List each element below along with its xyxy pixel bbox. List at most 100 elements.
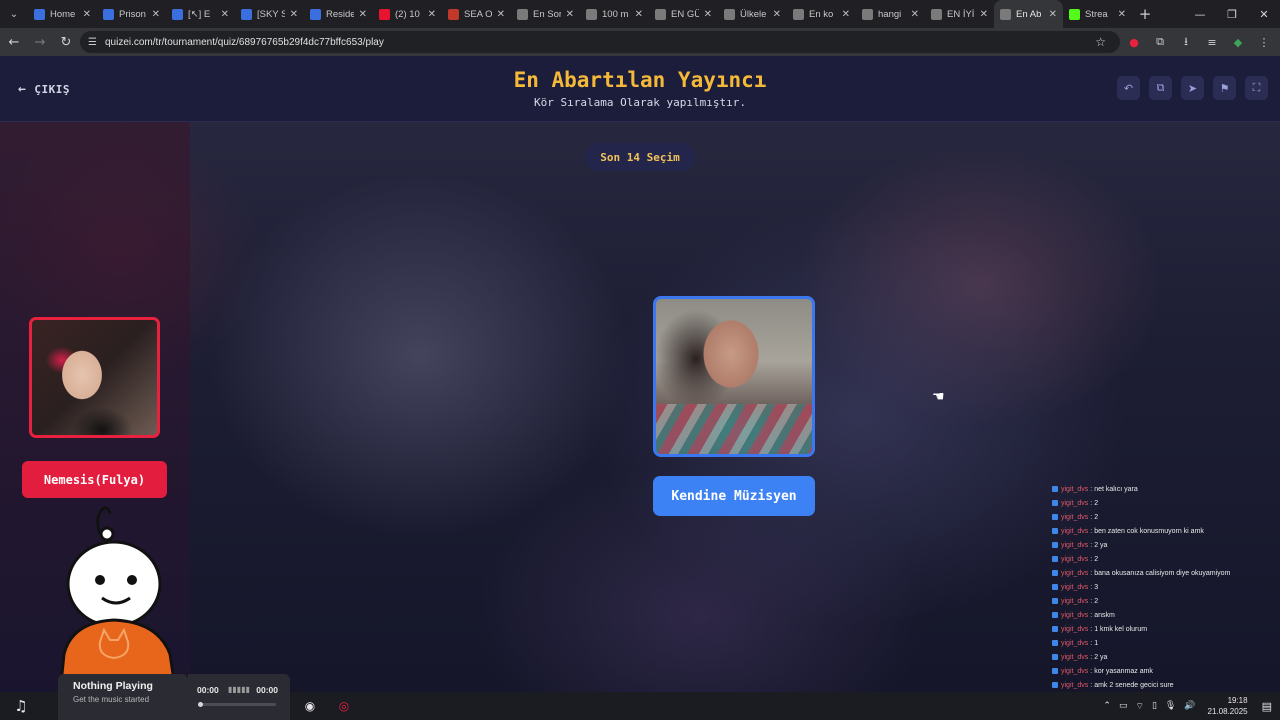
- chat-badge-icon: [1052, 584, 1058, 590]
- flag-icon[interactable]: ⚑: [1213, 76, 1236, 100]
- chat-message: yigit_dvs: anskm: [1052, 608, 1272, 622]
- tab-close-icon[interactable]: ✕: [428, 9, 436, 20]
- close-window-button[interactable]: ✕: [1248, 0, 1280, 28]
- tab-close-icon[interactable]: ✕: [911, 9, 919, 20]
- volume-icon[interactable]: 🔊: [1184, 701, 1195, 711]
- battery-icon[interactable]: ▯: [1152, 701, 1157, 711]
- display-icon[interactable]: ▭: [1119, 701, 1128, 711]
- clock-date: 21.08.2025: [1207, 707, 1248, 716]
- tab-close-icon[interactable]: ✕: [773, 9, 781, 20]
- tab-close-icon[interactable]: ✕: [83, 9, 91, 20]
- tab-close-icon[interactable]: ✕: [497, 9, 505, 20]
- browser-tab[interactable]: En Ab ✕: [994, 0, 1063, 28]
- browser-tab[interactable]: (2) 10 ✕: [373, 0, 442, 28]
- chat-badge-icon: [1052, 682, 1058, 688]
- chat-separator: :: [1090, 569, 1093, 577]
- music-note-icon[interactable]: ♫: [6, 692, 36, 720]
- app-icon[interactable]: ◎: [332, 694, 356, 718]
- tab-close-icon[interactable]: ✕: [635, 9, 643, 20]
- fullscreen-icon[interactable]: ⛶: [1245, 76, 1268, 100]
- chat-message: yigit_dvs: net kalıcı yara: [1052, 482, 1272, 496]
- restore-button[interactable]: ❐: [1216, 0, 1248, 28]
- tab-close-icon[interactable]: ✕: [152, 9, 160, 20]
- chat-username: yigit_dvs: [1061, 597, 1089, 605]
- now-playing-subtitle: Get the music started: [73, 695, 150, 704]
- chat-message: yigit_dvs:2: [1052, 552, 1272, 566]
- site-info-icon[interactable]: ☰: [88, 37, 97, 48]
- tab-close-icon[interactable]: ✕: [290, 9, 298, 20]
- browser-tab[interactable]: Prison ✕: [97, 0, 166, 28]
- steam-icon[interactable]: ◉: [298, 694, 322, 718]
- browser-tab[interactable]: hangi ✕: [856, 0, 925, 28]
- tab-title: SEA O: [464, 8, 492, 20]
- media-control-icon[interactable]: ≡: [1202, 36, 1222, 49]
- chat-username: yigit_dvs: [1061, 527, 1089, 535]
- now-playing-widget[interactable]: Nothing Playing Get the music started: [58, 674, 188, 720]
- undo-icon[interactable]: ↶: [1117, 76, 1140, 100]
- browser-tab[interactable]: EN GÜ ✕: [649, 0, 718, 28]
- tab-favicon-icon: [1069, 8, 1080, 20]
- browser-tab[interactable]: 100 m ✕: [580, 0, 649, 28]
- share-link-icon[interactable]: ⧉: [1149, 76, 1172, 100]
- tab-close-icon[interactable]: ✕: [359, 9, 367, 20]
- browser-menu-icon[interactable]: ⋮: [1254, 36, 1274, 49]
- network-icon[interactable]: ⌔: [1135, 701, 1143, 712]
- chat-text: amk 2 senede gecici sure: [1094, 681, 1174, 689]
- tab-close-icon[interactable]: ✕: [1049, 9, 1057, 20]
- bookmark-star-icon[interactable]: ☆: [1095, 35, 1106, 49]
- browser-tab[interactable]: En Sor ✕: [511, 0, 580, 28]
- url-text[interactable]: quizei.com/tr/tournament/quiz/68976765b2…: [105, 37, 384, 48]
- chat-badge-icon: [1052, 486, 1058, 492]
- tab-search-button[interactable]: ⌄: [0, 0, 28, 28]
- profile-avatar[interactable]: ◆: [1228, 36, 1248, 49]
- hand-cursor-icon: ☚: [932, 389, 945, 405]
- forward-button[interactable]: →: [28, 28, 52, 56]
- chat-text: 2: [1094, 499, 1099, 507]
- candidate-image[interactable]: [653, 296, 815, 457]
- browser-tab[interactable]: Reside ✕: [304, 0, 373, 28]
- tab-close-icon[interactable]: ✕: [704, 9, 712, 20]
- back-button[interactable]: ←: [2, 28, 26, 56]
- microphone-icon[interactable]: 🎙: [1165, 701, 1176, 711]
- notification-icon[interactable]: ▤: [1262, 700, 1272, 713]
- minimize-button[interactable]: —: [1184, 0, 1216, 28]
- download-icon[interactable]: ⭳: [1176, 33, 1196, 52]
- candidate-choice-button[interactable]: Kendine Müzisyen: [653, 476, 815, 516]
- chat-username: yigit_dvs: [1061, 681, 1089, 689]
- chat-badge-icon: [1052, 528, 1058, 534]
- browser-tab[interactable]: [↖] E ✕: [166, 0, 235, 28]
- new-tab-button[interactable]: +: [1132, 5, 1158, 23]
- extensions-puzzle-icon[interactable]: ⧉: [1150, 35, 1170, 49]
- browser-tab[interactable]: Strea ✕: [1063, 0, 1132, 28]
- tab-close-icon[interactable]: ✕: [842, 9, 850, 20]
- chat-text: 2 ya: [1094, 653, 1108, 661]
- chat-separator: :: [1090, 513, 1093, 521]
- tab-title: Reside: [326, 8, 354, 20]
- reload-button[interactable]: ↻: [54, 28, 78, 56]
- browser-tab[interactable]: SEA O ✕: [442, 0, 511, 28]
- stream-chat: yigit_dvs: net kalıcı yara yigit_dvs:2 yigi…: [1052, 482, 1272, 692]
- tray-chevron-icon[interactable]: ⌃: [1103, 701, 1111, 711]
- chat-text: 2: [1094, 513, 1099, 521]
- tab-favicon-icon: [241, 8, 252, 20]
- tab-close-icon[interactable]: ✕: [221, 9, 229, 20]
- chat-separator: :: [1090, 583, 1093, 591]
- media-progress-bar[interactable]: [198, 702, 276, 707]
- browser-tab[interactable]: Home ✕: [28, 0, 97, 28]
- progress-knob[interactable]: [198, 702, 203, 707]
- send-icon[interactable]: ➤: [1181, 76, 1204, 100]
- browser-tab[interactable]: EN İYİ ✕: [925, 0, 994, 28]
- system-clock[interactable]: 19:18 21.08.2025: [1208, 695, 1248, 717]
- browser-tab[interactable]: En ko ✕: [787, 0, 856, 28]
- header-actions: ↶ ⧉ ➤ ⚑ ⛶: [1117, 76, 1268, 100]
- tab-close-icon[interactable]: ✕: [1118, 9, 1126, 20]
- system-tray: ⌃ ▭ ⌔ ▯ 🎙 🔊 19:18 21.08.2025 ▤: [1103, 692, 1272, 720]
- omnibox[interactable]: ☰ quizei.com/tr/tournament/quiz/68976765…: [80, 31, 1120, 53]
- tab-close-icon[interactable]: ✕: [980, 9, 988, 20]
- browser-tab[interactable]: Ülkele ✕: [718, 0, 787, 28]
- chat-text: 1: [1094, 639, 1099, 647]
- extension-icon[interactable]: ●: [1124, 36, 1144, 49]
- tab-close-icon[interactable]: ✕: [566, 9, 574, 20]
- browser-tab[interactable]: [SKY S ✕: [235, 0, 304, 28]
- recent-choices-pill[interactable]: Son 14 Seçim: [585, 143, 695, 171]
